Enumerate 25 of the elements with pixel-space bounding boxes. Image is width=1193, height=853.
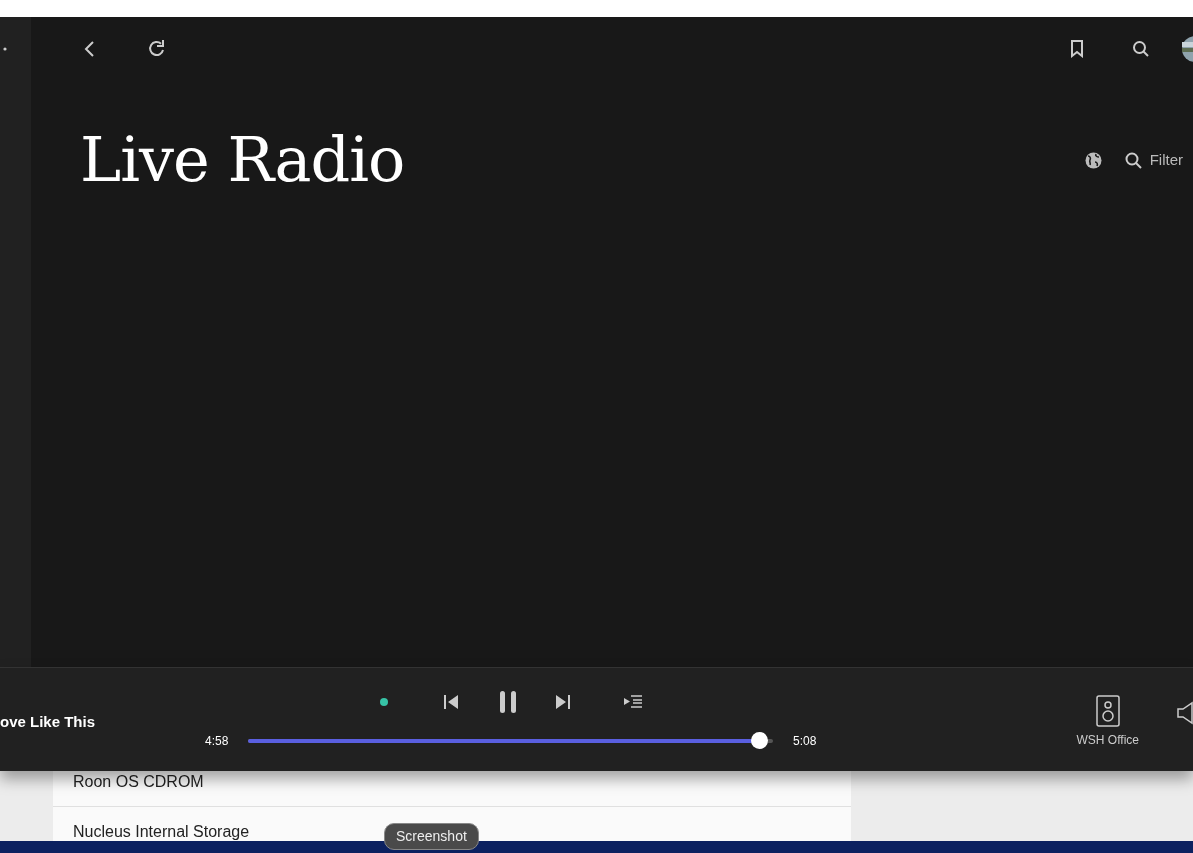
queue-icon[interactable] [624, 695, 642, 708]
previous-icon[interactable] [443, 693, 459, 710]
globe-icon[interactable] [1084, 151, 1102, 169]
filter-label[interactable]: Filter [1149, 148, 1183, 172]
tooltip: Screenshot [384, 823, 479, 850]
pause-icon[interactable] [499, 689, 517, 714]
status-dot [380, 697, 388, 706]
bookmark-icon[interactable] [1070, 40, 1084, 58]
search-icon[interactable] [1132, 40, 1150, 58]
track-title[interactable]: ove Like This [0, 712, 96, 730]
search-icon[interactable] [1124, 151, 1142, 169]
elapsed-time: 4:58 [205, 732, 230, 750]
list-item[interactable]: Roon OS CDROM [73, 771, 204, 794]
back-icon[interactable] [83, 40, 95, 58]
speaker-icon[interactable] [1095, 694, 1120, 727]
page-title: Live Radio [80, 129, 405, 191]
refresh-icon[interactable] [147, 39, 167, 59]
slider-handle[interactable] [750, 732, 768, 749]
avatar[interactable] [1182, 36, 1193, 62]
zone-name[interactable]: WSH Office [1076, 730, 1139, 749]
next-icon[interactable] [555, 693, 571, 710]
volume-icon[interactable] [1177, 700, 1193, 725]
dot-icon [3, 47, 7, 51]
duration-time: 5:08 [793, 732, 817, 750]
list-item[interactable]: Nucleus Internal Storage [73, 819, 250, 841]
